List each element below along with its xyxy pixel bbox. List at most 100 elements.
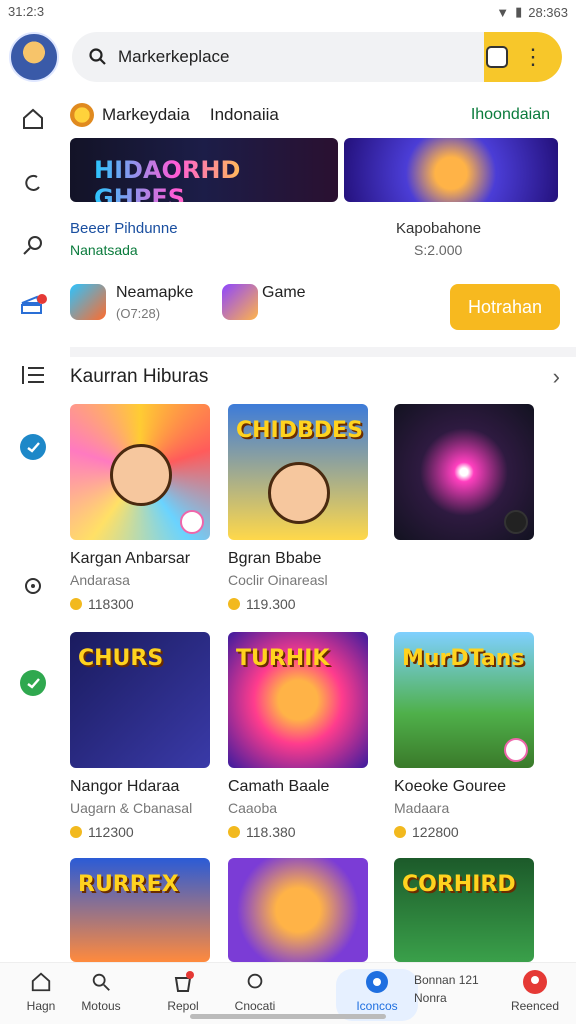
game-card[interactable] bbox=[228, 858, 368, 962]
game-card[interactable]: MurDTans Koeoke Gouree Madaara 122800 bbox=[394, 632, 534, 840]
price-value: 119.300 bbox=[246, 596, 296, 612]
promo-left-sub: Nanatsada bbox=[70, 242, 138, 258]
nav-extra-sub: Nonra bbox=[414, 991, 447, 1005]
promo-right-sub: S:2.000 bbox=[414, 242, 463, 258]
search-input[interactable] bbox=[118, 47, 478, 67]
marketplace-header: Markeydaia Indonaiia Ihoondaian bbox=[70, 100, 550, 130]
hotrahan-button[interactable]: Hotrahan bbox=[450, 284, 560, 330]
search-icon bbox=[78, 47, 118, 67]
check-icon[interactable] bbox=[16, 666, 50, 700]
status-battery-text: 28:363 bbox=[528, 4, 568, 20]
game-card-price: 122800 bbox=[394, 824, 534, 840]
bag-icon bbox=[170, 969, 196, 995]
game-card-image: CORHIRD bbox=[394, 858, 534, 962]
badge-icon bbox=[180, 510, 204, 534]
game-card-image: MurDTans bbox=[394, 632, 534, 768]
more-icon[interactable]: ⋮ bbox=[522, 44, 544, 70]
game-card-title: Koeoke Gouree bbox=[394, 778, 507, 795]
banner-right[interactable] bbox=[344, 138, 558, 202]
game-card-art-text: CORHIRD bbox=[402, 872, 516, 897]
app1-sub: (O7:28) bbox=[116, 306, 161, 321]
game-card-sub: Andarasa bbox=[70, 572, 130, 588]
game-card-image: RURREX bbox=[70, 858, 210, 962]
game-card-sub: Madaara bbox=[394, 800, 450, 816]
app2-icon[interactable] bbox=[222, 284, 258, 320]
status-bar: 31:2:3 ▼ ▮ 28:363 bbox=[0, 0, 576, 26]
left-rail bbox=[0, 92, 64, 962]
game-card-image: CHURS bbox=[70, 632, 210, 768]
search-icon[interactable] bbox=[16, 228, 50, 262]
nav-item-motous[interactable]: Motous bbox=[60, 969, 142, 1021]
chevron-right-icon[interactable]: › bbox=[553, 364, 560, 390]
game-card-image bbox=[70, 404, 210, 540]
game-card[interactable]: TURHIK Camath Baale Caaoba 118.380 bbox=[228, 632, 368, 840]
section-title: Kaurran Hiburas bbox=[70, 366, 209, 387]
game-card-sub: Coclir Oinareasl bbox=[228, 572, 328, 588]
game-card-image: CHIDBDES bbox=[228, 404, 368, 540]
nav-item-reenced[interactable]: Reenced bbox=[494, 969, 576, 1021]
game-card[interactable]: RURREX bbox=[70, 858, 210, 962]
app-row: Neamapke (O7:28) Game Hotrahan bbox=[70, 284, 560, 334]
nav-label: Hagn bbox=[26, 999, 56, 1013]
header-region[interactable]: Indonaiia bbox=[210, 105, 279, 125]
status-time: 31:2:3 bbox=[8, 4, 45, 19]
promo-left-title[interactable]: Beeer Pihdunne bbox=[70, 220, 178, 237]
wifi-icon: ▼ bbox=[496, 4, 510, 20]
app1-name[interactable]: Neamapke bbox=[116, 284, 193, 302]
game-card-title: Camath Baale bbox=[228, 778, 330, 795]
banner-left[interactable]: HIDAORHD GHPES bbox=[70, 138, 338, 202]
coin-icon bbox=[70, 103, 94, 127]
app-icon bbox=[364, 969, 390, 995]
game-card[interactable]: CORHIRD bbox=[394, 858, 534, 962]
game-card-sub: Uagarn & Cbanasal bbox=[70, 800, 193, 816]
game-card-title: Bgran Bbabe bbox=[228, 550, 322, 567]
badge-icon bbox=[504, 510, 528, 534]
coin-icon bbox=[70, 826, 82, 838]
game-card-art-text: CHURS bbox=[78, 646, 164, 671]
game-card-price: 118.380 bbox=[228, 824, 368, 840]
game-card-art-text: CHIDBDES bbox=[236, 418, 363, 443]
game-card-title: Kargan Anbarsar bbox=[70, 550, 191, 567]
game-card-image bbox=[228, 858, 368, 962]
cart-icon[interactable] bbox=[16, 288, 50, 322]
coin-icon bbox=[228, 598, 240, 610]
price-value: 112300 bbox=[88, 824, 134, 840]
game-card-art-text: TURHIK bbox=[236, 646, 330, 671]
game-card[interactable]: CHIDBDES Bgran Bbabe Coclir Oinareasl 11… bbox=[228, 404, 368, 612]
nav-extra-text: Bonnan 121 bbox=[414, 973, 479, 987]
game-card[interactable] bbox=[394, 404, 534, 540]
camera-icon[interactable] bbox=[16, 568, 50, 602]
avatar[interactable] bbox=[9, 32, 59, 82]
game-card-title: Nangor Hdaraa bbox=[70, 778, 180, 795]
game-card[interactable]: CHURS Nangor Hdaraa Uagarn & Cbanasal 11… bbox=[70, 632, 210, 840]
price-value: 118.380 bbox=[246, 824, 296, 840]
promo-right-title[interactable]: Kapobahone bbox=[396, 220, 481, 237]
game-card-price: 118300 bbox=[70, 596, 210, 612]
top-bar: ⋮ bbox=[0, 26, 576, 92]
check-icon[interactable] bbox=[16, 430, 50, 464]
game-card-image: TURHIK bbox=[228, 632, 368, 768]
gesture-bar bbox=[190, 1014, 386, 1019]
section-divider bbox=[70, 347, 576, 357]
status-right: ▼ ▮ 28:363 bbox=[496, 4, 568, 20]
header-right-link[interactable]: Ihoondaian bbox=[471, 106, 550, 124]
game-card-price: 112300 bbox=[70, 824, 210, 840]
scan-icon[interactable] bbox=[486, 46, 508, 68]
app2-name[interactable]: Game bbox=[262, 284, 306, 302]
game-card-image bbox=[394, 404, 534, 540]
list-icon[interactable] bbox=[16, 358, 50, 392]
game-card[interactable]: Kargan Anbarsar Andarasa 118300 bbox=[70, 404, 210, 612]
game-card-art-text: RURREX bbox=[78, 872, 179, 897]
nav-label: Repol bbox=[167, 999, 199, 1013]
price-value: 118300 bbox=[88, 596, 134, 612]
section-header: Kaurran Hiburas › bbox=[70, 364, 560, 394]
signal-icon: ▮ bbox=[515, 4, 523, 19]
nav-label: Reenced bbox=[510, 999, 560, 1013]
search-bar[interactable]: ⋮ bbox=[72, 32, 562, 82]
character-art bbox=[268, 462, 330, 524]
home-icon[interactable] bbox=[16, 102, 50, 136]
app1-icon[interactable] bbox=[70, 284, 106, 320]
coin-icon bbox=[70, 598, 82, 610]
refresh-icon[interactable] bbox=[16, 166, 50, 200]
coin-icon bbox=[228, 826, 240, 838]
